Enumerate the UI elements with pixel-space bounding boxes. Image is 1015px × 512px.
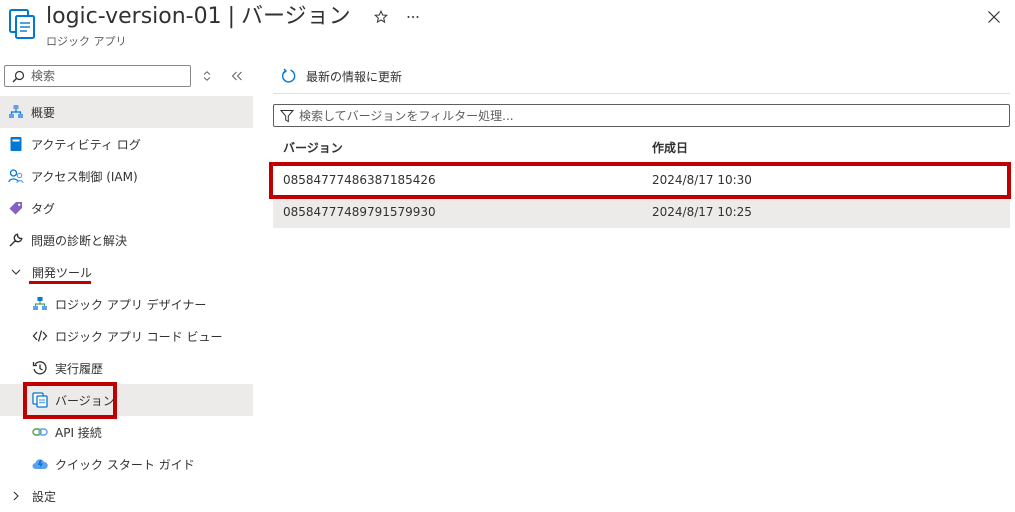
- resource-menu: 概要 アクティビティ ログ アクセス制御 (IAM) タグ 問題の診断と解決 開…: [0, 62, 253, 507]
- sidebar-item-label: 問題の診断と解決: [31, 233, 128, 248]
- sidebar-item-label: アクセス制御 (IAM): [31, 169, 138, 184]
- collapse-menu-icon[interactable]: [229, 68, 245, 84]
- history-icon: [31, 359, 49, 377]
- sidebar-item-label: 概要: [31, 105, 56, 120]
- column-header-version[interactable]: バージョン: [283, 139, 343, 156]
- wrench-icon: [7, 231, 25, 249]
- code-icon: [31, 327, 49, 345]
- filter-icon: [278, 107, 296, 125]
- sidebar-item-label: 開発ツール: [32, 265, 93, 280]
- designer-icon: [31, 295, 49, 313]
- table-row[interactable]: 08584777486387185426 2024/8/17 10:30: [273, 164, 1010, 196]
- sidebar-item-run-history[interactable]: 実行履歴: [0, 352, 253, 384]
- sidebar-item-tags[interactable]: タグ: [0, 192, 253, 224]
- star-icon[interactable]: [372, 8, 390, 26]
- sidebar-item-iam[interactable]: アクセス制御 (IAM): [0, 160, 253, 192]
- created-date-cell: 2024/8/17 10:30: [652, 173, 752, 187]
- sidebar-item-label: 実行履歴: [55, 361, 104, 376]
- created-date-cell: 2024/8/17 10:25: [652, 205, 752, 219]
- sidebar-item-activity-log[interactable]: アクティビティ ログ: [0, 128, 253, 160]
- logic-app-icon: [9, 9, 37, 39]
- versions-icon: [31, 391, 49, 409]
- page-title: logic-version-01 | バージョン: [46, 2, 351, 32]
- sidebar-item-label: 設定: [32, 489, 57, 504]
- sidebar-item-label: クイック スタート ガイド: [55, 457, 195, 472]
- sidebar-item-quickstart[interactable]: クイック スタート ガイド: [0, 448, 253, 480]
- sidebar-item-diagnose[interactable]: 問題の診断と解決: [0, 224, 253, 256]
- version-id-cell: 08584777489791579930: [283, 205, 436, 219]
- refresh-button[interactable]: 最新の情報に更新: [280, 66, 402, 86]
- sidebar-item-code-view[interactable]: ロジック アプリ コード ビュー: [0, 320, 253, 352]
- api-connection-icon: [31, 423, 49, 441]
- quickstart-icon: [31, 455, 49, 473]
- iam-icon: [7, 167, 25, 185]
- chevron-down-icon: [8, 264, 24, 280]
- resource-type: ロジック アプリ: [46, 35, 127, 48]
- resource-name: logic-version-01: [46, 4, 222, 29]
- sidebar-group-settings[interactable]: 設定: [0, 480, 253, 512]
- section-name: バージョン: [241, 4, 351, 29]
- page-header: logic-version-01 | バージョン ロジック アプリ: [0, 0, 1015, 56]
- sidebar-item-label: ロジック アプリ コード ビュー: [55, 329, 223, 344]
- title-separator: |: [227, 4, 236, 29]
- sidebar-item-designer[interactable]: ロジック アプリ デザイナー: [0, 288, 253, 320]
- menu-search-input[interactable]: [28, 69, 178, 83]
- menu-search-box[interactable]: [4, 65, 191, 87]
- overview-icon: [7, 103, 25, 121]
- close-icon[interactable]: [985, 8, 1003, 26]
- chevron-right-icon: [8, 488, 24, 504]
- sidebar-item-overview[interactable]: 概要: [0, 96, 253, 128]
- sidebar-item-label: タグ: [31, 201, 56, 216]
- activity-log-icon: [7, 135, 25, 153]
- refresh-icon: [280, 67, 298, 85]
- ellipsis-icon[interactable]: [404, 8, 422, 26]
- dev-tools-highlight-underline: [29, 281, 91, 284]
- sidebar-item-versions[interactable]: バージョン: [0, 384, 253, 416]
- version-id-cell: 08584777486387185426: [283, 173, 436, 187]
- toolbar-divider: [273, 93, 1010, 94]
- search-icon: [8, 66, 28, 86]
- column-header-created[interactable]: 作成日: [652, 139, 688, 156]
- sidebar-item-label: アクティビティ ログ: [31, 137, 141, 152]
- sidebar-item-label: バージョン: [55, 393, 115, 408]
- refresh-label: 最新の情報に更新: [306, 69, 403, 84]
- expand-collapse-icon[interactable]: [199, 68, 215, 84]
- versions-pane: 最新の情報に更新 バージョン 作成日 08584777486387185426 …: [269, 62, 1015, 507]
- version-filter-input[interactable]: [296, 107, 996, 124]
- sidebar-item-label: API 接続: [55, 425, 102, 440]
- sidebar-item-api-connections[interactable]: API 接続: [0, 416, 253, 448]
- sidebar-item-label: ロジック アプリ デザイナー: [55, 297, 207, 312]
- tag-icon: [7, 199, 25, 217]
- table-row[interactable]: 08584777489791579930 2024/8/17 10:25: [273, 196, 1010, 228]
- table-header: バージョン 作成日: [273, 132, 1010, 160]
- version-filter-box[interactable]: [273, 104, 1010, 127]
